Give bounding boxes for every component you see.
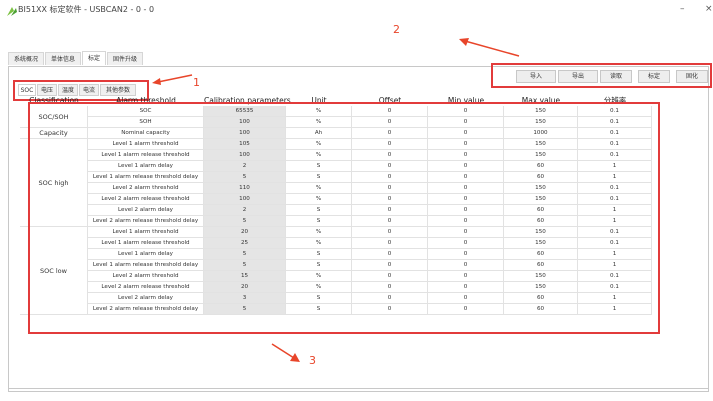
minimize-button[interactable]: – [680, 4, 685, 14]
close-button[interactable]: × [705, 4, 713, 14]
annotation-arrow-2 [459, 38, 520, 57]
app-logo-icon [7, 7, 17, 16]
tab-system-overview[interactable]: 系统概况 [8, 52, 44, 65]
annotation-arrow-3 [271, 343, 300, 362]
annotation-number-2: 2 [393, 23, 400, 36]
tab-cell-info[interactable]: 单体信息 [45, 52, 81, 65]
window-title: BI51XX 标定软件 - USBCAN2 - 0 - 0 [18, 5, 155, 14]
annotation-box-2 [491, 63, 712, 88]
annotation-number-3: 3 [309, 354, 316, 367]
tab-calibration[interactable]: 标定 [82, 51, 106, 65]
tab-firmware-upgrade[interactable]: 固件升级 [107, 52, 143, 65]
annotation-arrow-1 [152, 74, 193, 85]
bottom-divider [8, 388, 709, 389]
annotation-box-3 [28, 102, 660, 334]
annotation-number-1: 1 [193, 76, 200, 89]
